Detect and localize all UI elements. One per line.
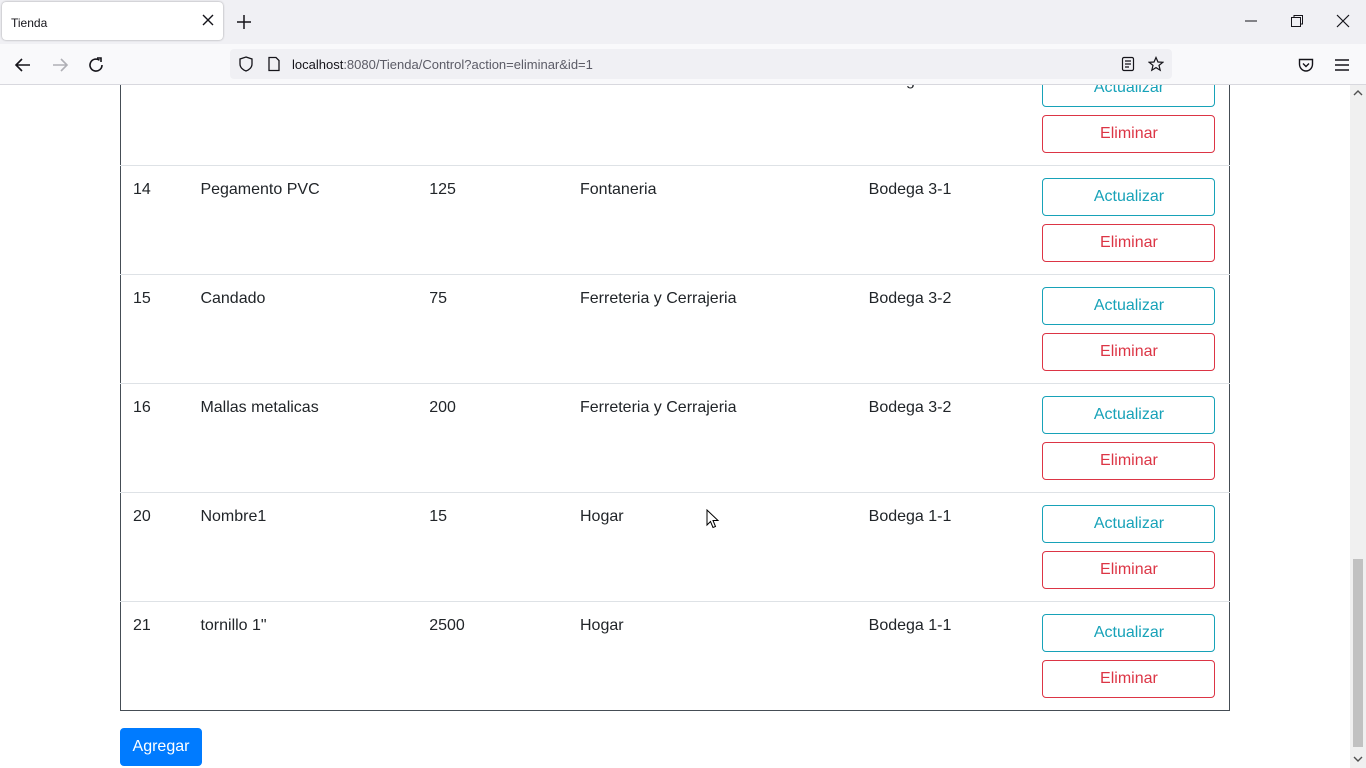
cell-actions: Actualizar Eliminar bbox=[1030, 274, 1230, 384]
cell-quantity: 75 bbox=[417, 274, 568, 384]
table-row: 13Grifo100FontaneriaBodega 3-1Actualizar… bbox=[121, 85, 1230, 166]
cell-quantity: 2500 bbox=[417, 601, 568, 711]
cell-id: 20 bbox=[120, 492, 189, 602]
back-icon[interactable] bbox=[14, 56, 32, 74]
delete-button[interactable]: Eliminar bbox=[1042, 115, 1216, 153]
cell-location: Bodega 1-1 bbox=[856, 492, 1031, 602]
reload-icon[interactable] bbox=[87, 56, 105, 74]
cell-name: tornillo 1" bbox=[188, 601, 418, 711]
vertical-scrollbar[interactable] bbox=[1350, 85, 1366, 768]
page-content: 13Grifo100FontaneriaBodega 3-1Actualizar… bbox=[0, 85, 1350, 768]
update-button[interactable]: Actualizar bbox=[1042, 614, 1216, 652]
pocket-icon[interactable] bbox=[1297, 56, 1315, 74]
update-button[interactable]: Actualizar bbox=[1042, 178, 1216, 216]
close-window-icon[interactable] bbox=[1336, 14, 1350, 28]
cell-name: Grifo bbox=[188, 85, 417, 166]
tab-title: Tienda bbox=[11, 16, 48, 30]
table-row: 14 Pegamento PVC 125 Fontaneria Bodega 3-1 Ac… bbox=[120, 165, 1230, 275]
update-button[interactable]: Actualizar bbox=[1042, 287, 1216, 325]
cell-quantity: 200 bbox=[417, 383, 568, 493]
cell-location: Bodega 1-1 bbox=[856, 601, 1031, 711]
cell-quantity: 100 bbox=[417, 85, 568, 166]
cell-actions: Actualizar Eliminar bbox=[1030, 492, 1230, 602]
menu-icon[interactable] bbox=[1333, 56, 1351, 74]
navigation-bar: localhost:8080/Tienda/Control?action=eli… bbox=[0, 44, 1366, 85]
delete-button[interactable]: Eliminar bbox=[1042, 551, 1216, 589]
cell-name: Nombre1 bbox=[188, 492, 418, 602]
delete-button[interactable]: Eliminar bbox=[1042, 660, 1216, 698]
cell-location: Bodega 3-1 bbox=[857, 85, 1031, 166]
url-path: :8080/Tienda/Control?action=eliminar&id=… bbox=[343, 57, 593, 72]
cell-category: Ferreteria y Cerrajeria bbox=[568, 383, 857, 493]
cell-quantity: 125 bbox=[417, 165, 568, 275]
cell-location: Bodega 3-2 bbox=[856, 383, 1031, 493]
update-button[interactable]: Actualizar bbox=[1042, 396, 1216, 434]
cell-id: 16 bbox=[120, 383, 189, 493]
cell-id: 15 bbox=[120, 274, 189, 384]
scroll-up-icon[interactable] bbox=[1353, 89, 1363, 97]
cell-actions: Actualizar Eliminar bbox=[1030, 601, 1230, 711]
delete-button[interactable]: Eliminar bbox=[1042, 333, 1216, 371]
cell-location: Bodega 3-2 bbox=[856, 274, 1031, 384]
table-row: 21 tornillo 1" 2500 Hogar Bodega 1-1 Actualiz… bbox=[120, 601, 1230, 711]
cell-name: Pegamento PVC bbox=[188, 165, 418, 275]
browser-tab[interactable]: Tienda bbox=[2, 2, 223, 40]
new-tab-icon[interactable] bbox=[236, 14, 252, 30]
restore-icon[interactable] bbox=[1290, 14, 1304, 28]
cell-name: Mallas metalicas bbox=[188, 383, 418, 493]
page-icon[interactable] bbox=[266, 56, 282, 72]
cell-quantity: 15 bbox=[417, 492, 568, 602]
forward-icon[interactable] bbox=[51, 56, 69, 74]
cell-location: Bodega 3-1 bbox=[856, 165, 1031, 275]
products-table: 13Grifo100FontaneriaBodega 3-1Actualizar… bbox=[120, 85, 1230, 711]
cell-id: 21 bbox=[120, 601, 189, 711]
table-row: 16 Mallas metalicas 200 Ferreteria y Cerraj… bbox=[120, 383, 1230, 493]
cell-actions: Actualizar Eliminar bbox=[1030, 165, 1230, 275]
cell-category: Ferreteria y Cerrajeria bbox=[568, 274, 857, 384]
add-button[interactable]: Agregar bbox=[120, 728, 202, 766]
table-row: 15 Candado 75 Ferreteria y Cerrajeria Bodega… bbox=[120, 274, 1230, 384]
update-button[interactable]: Actualizar bbox=[1042, 505, 1216, 543]
minimize-icon[interactable] bbox=[1244, 14, 1258, 28]
update-button[interactable]: Actualizar bbox=[1042, 85, 1216, 107]
table-row: 20 Nombre1 15 Hogar Bodega 1-1 Actualizar Elim… bbox=[120, 492, 1230, 602]
mouse-cursor-icon bbox=[706, 509, 720, 529]
cell-category: Fontaneria bbox=[568, 165, 857, 275]
cell-actions: Actualizar Eliminar bbox=[1030, 85, 1229, 166]
cell-id: 14 bbox=[120, 165, 189, 275]
cell-category: Fontaneria bbox=[568, 85, 857, 166]
cell-actions: Actualizar Eliminar bbox=[1030, 383, 1230, 493]
url-text[interactable]: localhost:8080/Tienda/Control?action=eli… bbox=[292, 57, 593, 72]
url-bar[interactable]: localhost:8080/Tienda/Control?action=eli… bbox=[230, 49, 1172, 79]
scroll-down-icon[interactable] bbox=[1353, 755, 1363, 763]
reader-view-icon[interactable] bbox=[1120, 56, 1136, 72]
cell-category: Hogar bbox=[568, 601, 857, 711]
delete-button[interactable]: Eliminar bbox=[1042, 224, 1216, 262]
cell-name: Candado bbox=[188, 274, 418, 384]
cell-id: 13 bbox=[121, 85, 189, 166]
tab-bar: Tienda bbox=[0, 0, 1366, 44]
url-host: localhost bbox=[292, 57, 344, 72]
shield-icon[interactable] bbox=[238, 56, 254, 72]
bookmark-star-icon[interactable] bbox=[1148, 56, 1164, 72]
delete-button[interactable]: Eliminar bbox=[1042, 442, 1216, 480]
close-tab-icon[interactable] bbox=[201, 13, 215, 27]
scrollbar-thumb[interactable] bbox=[1353, 559, 1363, 747]
